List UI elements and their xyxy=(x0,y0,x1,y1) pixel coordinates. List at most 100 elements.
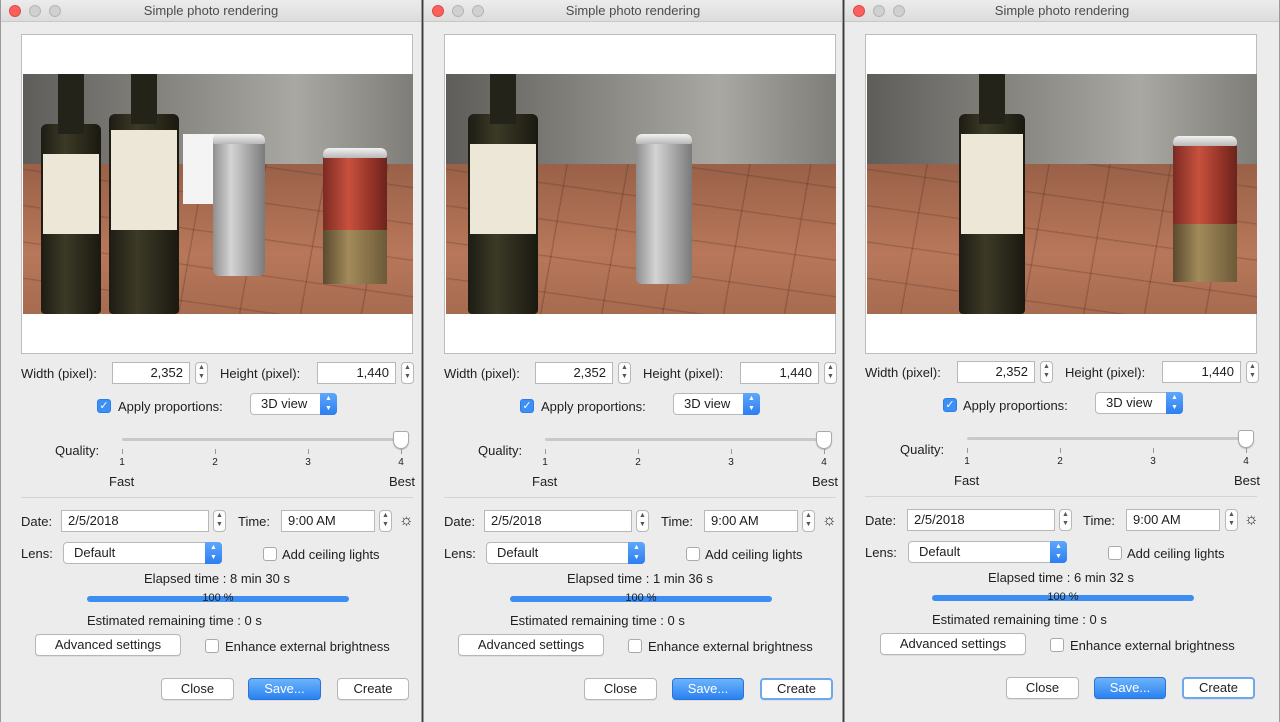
sun-icon[interactable]: ☼ xyxy=(822,513,837,529)
lens-select[interactable]: Default ▲ ▼ xyxy=(63,542,222,564)
time-field[interactable]: 9:00 AM xyxy=(1126,509,1220,531)
popup-arrows-icon: ▲ ▼ xyxy=(743,393,760,415)
ceiling-lights-label: Add ceiling lights xyxy=(1127,546,1225,561)
save-button[interactable]: Save... xyxy=(248,678,321,700)
save-button[interactable]: Save... xyxy=(1094,677,1166,699)
height-field[interactable]: 1,440 xyxy=(317,362,396,384)
height-field[interactable]: 1,440 xyxy=(740,362,819,384)
rendered-image xyxy=(446,74,836,314)
minimize-window-button[interactable] xyxy=(29,5,41,17)
tick-mark xyxy=(1246,448,1247,453)
quality-slider-thumb[interactable] xyxy=(393,431,409,449)
popup-arrows-icon: ▲ ▼ xyxy=(1166,392,1183,414)
width-label: Width (pixel): xyxy=(444,366,520,381)
width-stepper[interactable]: ▲ ▼ xyxy=(1040,361,1053,383)
date-stepper[interactable]: ▲ ▼ xyxy=(1059,509,1072,531)
date-stepper[interactable]: ▲ ▼ xyxy=(636,510,649,532)
height-stepper[interactable]: ▲ ▼ xyxy=(1246,361,1259,383)
close-button[interactable]: Close xyxy=(584,678,657,700)
height-label: Height (pixel): xyxy=(643,366,724,381)
quality-slider-track[interactable] xyxy=(122,438,402,441)
create-button[interactable]: Create xyxy=(760,678,833,700)
sun-icon[interactable]: ☼ xyxy=(1244,512,1259,528)
divider xyxy=(865,496,1257,497)
zoom-window-button[interactable] xyxy=(472,5,484,17)
window-title: Simple photo rendering xyxy=(565,3,701,18)
date-stepper[interactable]: ▲ ▼ xyxy=(213,510,226,532)
width-field[interactable]: 2,352 xyxy=(957,361,1035,383)
window-title: Simple photo rendering xyxy=(143,3,279,18)
checkmark-icon: ✓ xyxy=(522,400,532,412)
apply-proportions-label: Apply proportions: xyxy=(118,399,223,414)
ceiling-lights-checkbox[interactable] xyxy=(686,547,700,561)
quality-tick-label: 1 xyxy=(542,457,548,468)
apply-proportions-checkbox[interactable]: ✓ xyxy=(943,398,957,412)
create-button[interactable]: Create xyxy=(1182,677,1255,699)
best-label: Best xyxy=(812,474,839,489)
render-preview xyxy=(444,34,836,354)
date-field[interactable]: 2/5/2018 xyxy=(61,510,209,532)
advanced-settings-button[interactable]: Advanced settings xyxy=(35,634,181,656)
quality-tick-label: 2 xyxy=(212,457,218,468)
time-field[interactable]: 9:00 AM xyxy=(704,510,798,532)
close-window-button[interactable] xyxy=(432,5,444,17)
tick-mark xyxy=(638,449,639,454)
ceiling-lights-checkbox[interactable] xyxy=(263,547,277,561)
elapsed-time: Elapsed time : 1 min 36 s xyxy=(567,571,713,586)
lens-select-value: Default xyxy=(497,545,539,560)
view-select-value: 3D view xyxy=(261,396,308,411)
minimize-window-button[interactable] xyxy=(873,5,885,17)
close-button[interactable]: Close xyxy=(161,678,234,700)
view-select[interactable]: 3D view ▲ ▼ xyxy=(250,393,337,415)
enhance-brightness-checkbox[interactable] xyxy=(1050,638,1064,652)
sun-icon[interactable]: ☼ xyxy=(399,513,414,529)
fast-label: Fast xyxy=(954,473,980,488)
width-field[interactable]: 2,352 xyxy=(535,362,613,384)
height-stepper[interactable]: ▲ ▼ xyxy=(401,362,414,384)
width-stepper[interactable]: ▲ ▼ xyxy=(195,362,208,384)
ceiling-lights-checkbox[interactable] xyxy=(1108,546,1122,560)
width-field[interactable]: 2,352 xyxy=(112,362,190,384)
elapsed-time: Elapsed time : 6 min 32 s xyxy=(988,570,1134,585)
time-field[interactable]: 9:00 AM xyxy=(281,510,375,532)
zoom-window-button[interactable] xyxy=(49,5,61,17)
advanced-settings-button[interactable]: Advanced settings xyxy=(880,633,1026,655)
render-window: Simple photo rendering Width (pixel): 2,… xyxy=(423,0,843,722)
title-bar[interactable]: Simple photo rendering xyxy=(1,0,421,22)
date-field[interactable]: 2/5/2018 xyxy=(907,509,1055,531)
width-stepper[interactable]: ▲ ▼ xyxy=(618,362,631,384)
advanced-settings-button[interactable]: Advanced settings xyxy=(458,634,604,656)
enhance-brightness-checkbox[interactable] xyxy=(628,639,642,653)
view-select[interactable]: 3D view ▲ ▼ xyxy=(673,393,760,415)
close-window-button[interactable] xyxy=(9,5,21,17)
quality-slider-thumb[interactable] xyxy=(816,431,832,449)
enhance-brightness-checkbox[interactable] xyxy=(205,639,219,653)
view-select[interactable]: 3D view ▲ ▼ xyxy=(1095,392,1183,414)
time-label: Time: xyxy=(238,514,271,529)
lens-select[interactable]: Default ▲ ▼ xyxy=(486,542,645,564)
close-button[interactable]: Close xyxy=(1006,677,1079,699)
quality-slider-track[interactable] xyxy=(545,438,825,441)
time-stepper[interactable]: ▲ ▼ xyxy=(379,510,392,532)
close-window-button[interactable] xyxy=(853,5,865,17)
quality-slider-track[interactable] xyxy=(967,437,1247,440)
title-bar[interactable]: Simple photo rendering xyxy=(845,0,1279,22)
checkmark-icon: ✓ xyxy=(99,400,109,412)
tick-mark xyxy=(1060,448,1061,453)
apply-proportions-checkbox[interactable]: ✓ xyxy=(520,399,534,413)
title-bar[interactable]: Simple photo rendering xyxy=(424,0,842,22)
save-button[interactable]: Save... xyxy=(672,678,744,700)
quality-slider-thumb[interactable] xyxy=(1238,430,1254,448)
date-field[interactable]: 2/5/2018 xyxy=(484,510,632,532)
create-button[interactable]: Create xyxy=(337,678,409,700)
time-stepper[interactable]: ▲ ▼ xyxy=(802,510,815,532)
apply-proportions-checkbox[interactable]: ✓ xyxy=(97,399,111,413)
height-field[interactable]: 1,440 xyxy=(1162,361,1241,383)
minimize-window-button[interactable] xyxy=(452,5,464,17)
time-stepper[interactable]: ▲ ▼ xyxy=(1225,509,1238,531)
zoom-window-button[interactable] xyxy=(893,5,905,17)
quality-label: Quality: xyxy=(478,443,523,458)
divider xyxy=(21,497,413,498)
height-stepper[interactable]: ▲ ▼ xyxy=(824,362,837,384)
lens-select[interactable]: Default ▲ ▼ xyxy=(908,541,1067,563)
